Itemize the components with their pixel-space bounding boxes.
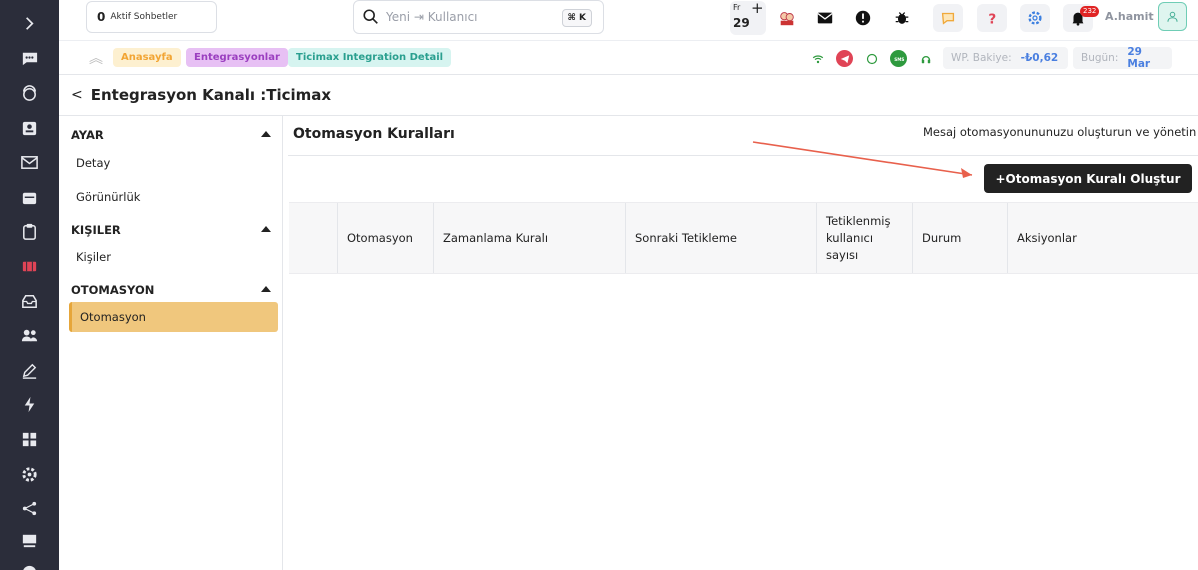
side-menu: AYAR Detay Görünürlük KIŞILER Kişiler OT…	[59, 116, 283, 570]
breadcrumb-ticimax-detail[interactable]: Ticimax Integration Detail	[288, 48, 452, 67]
breadcrumb-bar: ︽ Anasayfa Entegrasyonlar Ticimax Integr…	[59, 41, 1198, 75]
monitor-icon[interactable]	[0, 525, 59, 555]
support-icon[interactable]	[0, 78, 59, 108]
column-header-select	[289, 203, 337, 273]
date-widget[interactable]: Fr 29 +	[730, 0, 766, 35]
chat-icon[interactable]	[0, 43, 59, 73]
alert-icon[interactable]	[848, 4, 878, 32]
menu-item-kisiler[interactable]: Kişiler	[76, 250, 111, 264]
left-rail	[0, 0, 59, 570]
share-icon[interactable]	[0, 493, 59, 523]
mail-icon[interactable]	[0, 147, 59, 177]
active-chats-count: 0	[97, 10, 106, 24]
create-automation-rule-button[interactable]: +Otomasyon Kuralı Oluştur	[984, 164, 1192, 193]
plus-icon[interactable]: +	[751, 0, 764, 17]
menu-item-detay[interactable]: Detay	[76, 156, 110, 170]
help-icon[interactable]: ?	[977, 4, 1007, 32]
telegram-icon[interactable]	[836, 50, 853, 67]
date-weekday: Fr	[733, 3, 741, 12]
search-bar[interactable]: Yeni ⇥ Kullanıcı ⌘ K	[353, 0, 604, 34]
section-ayar[interactable]: AYAR	[71, 128, 271, 142]
search-shortcut: ⌘ K	[561, 9, 592, 27]
wp-balance: WP. Bakiye: -₺0,62	[943, 47, 1068, 69]
grid-icon[interactable]	[0, 424, 59, 454]
svg-text:?: ?	[988, 11, 996, 27]
back-chevron-icon[interactable]: <	[71, 87, 83, 103]
edit-icon[interactable]	[0, 355, 59, 385]
column-header-automation[interactable]: Otomasyon	[337, 203, 433, 273]
caret-up-icon[interactable]	[261, 131, 271, 137]
today-value: 29 Mar	[1127, 46, 1151, 70]
clipboard-icon[interactable]	[0, 216, 59, 246]
username[interactable]: A.hamit	[1105, 10, 1154, 23]
menu-item-gorunurluk[interactable]: Görünürlük	[76, 190, 140, 204]
caret-up-icon[interactable]	[261, 286, 271, 292]
breadcrumb-home[interactable]: Anasayfa	[113, 48, 181, 67]
users-icon[interactable]	[0, 320, 59, 350]
automation-table-header: Otomasyon Zamanlama Kuralı Sonraki Tetik…	[289, 202, 1198, 274]
user-avatar-icon[interactable]	[1158, 2, 1187, 31]
active-chats-label: Aktif Sohbetler	[110, 12, 178, 22]
notification-bell-icon[interactable]: 232	[1063, 4, 1100, 32]
whatsapp-icon[interactable]	[863, 50, 880, 67]
notification-badge: 232	[1080, 6, 1100, 17]
mail-icon[interactable]	[810, 4, 840, 32]
bug-icon[interactable]	[887, 4, 917, 32]
section-kisiler[interactable]: KIŞILER	[71, 223, 271, 237]
section-otomasyon-title: OTOMASYON	[71, 283, 155, 297]
headset-icon[interactable]	[917, 50, 934, 67]
column-header-triggered-users[interactable]: Tetiklenmiş kullanıcı sayısı	[816, 203, 912, 273]
automation-rules-title: Otomasyon Kuralları	[293, 126, 455, 142]
breadcrumb-integrations[interactable]: Entegrasyonlar	[186, 48, 288, 67]
wp-balance-label: WP. Bakiye:	[951, 52, 1012, 64]
settings-gear-icon[interactable]	[0, 459, 59, 489]
automation-rules-subtitle: Mesaj otomasyonununuzu oluşturun ve yöne…	[923, 125, 1197, 139]
section-otomasyon[interactable]: OTOMASYON	[71, 283, 271, 297]
menu-item-otomasyon[interactable]: Otomasyon	[69, 302, 278, 332]
search-icon	[363, 9, 378, 24]
column-header-status[interactable]: Durum	[912, 203, 1007, 273]
annotation-arrow-icon	[752, 141, 973, 178]
ticket-icon[interactable]	[0, 251, 59, 281]
collapse-chevron-icon[interactable]: ︽	[89, 48, 103, 68]
section-kisiler-title: KIŞILER	[71, 223, 121, 237]
contact-card-icon[interactable]	[0, 113, 59, 143]
column-header-actions[interactable]: Aksiyonlar	[1007, 203, 1198, 273]
divider	[288, 155, 1198, 156]
svg-text:SMS: SMS	[894, 56, 904, 61]
wifi-status-icon[interactable]	[809, 50, 826, 67]
active-chats-box[interactable]: 0 Aktif Sohbetler	[86, 1, 217, 33]
column-header-next-trigger[interactable]: Sonraki Tetikleme	[625, 203, 816, 273]
column-header-schedule-rule[interactable]: Zamanlama Kuralı	[433, 203, 625, 273]
caret-up-icon[interactable]	[261, 226, 271, 232]
sms-icon[interactable]: SMS	[890, 50, 907, 67]
date-day: 29	[733, 16, 750, 30]
search-placeholder: Yeni ⇥ Kullanıcı	[386, 10, 478, 24]
inbox-icon[interactable]	[0, 286, 59, 316]
pie-icon[interactable]	[0, 557, 59, 570]
agents-avatar-icon[interactable]	[772, 4, 802, 32]
calendar-icon[interactable]	[0, 182, 59, 212]
topbar: 0 Aktif Sohbetler Yeni ⇥ Kullanıcı ⌘ K F…	[59, 0, 1198, 41]
section-ayar-title: AYAR	[71, 128, 104, 142]
wp-balance-value: -₺0,62	[1020, 52, 1059, 64]
page-header: < Entegrasyon Kanalı :Ticimax	[59, 75, 1198, 116]
today-label: Bugün:	[1081, 52, 1119, 64]
today-date: Bugün: 29 Mar	[1073, 46, 1172, 70]
feedback-icon[interactable]	[933, 4, 963, 32]
settings-gear-icon[interactable]	[1020, 4, 1050, 32]
lightning-icon[interactable]	[0, 389, 59, 419]
expand-chevron-icon[interactable]	[0, 8, 59, 38]
page-title: Entegrasyon Kanalı :Ticimax	[90, 86, 332, 104]
